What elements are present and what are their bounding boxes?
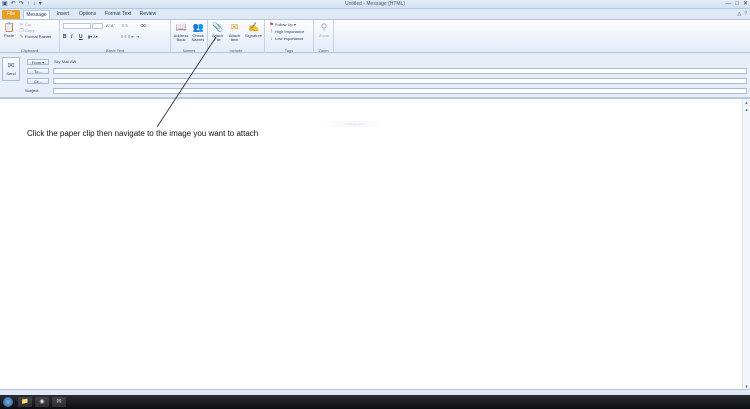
minimize-icon[interactable]: — <box>725 0 731 8</box>
address-book-button[interactable]: 📖 Address Book <box>173 22 189 42</box>
subject-field[interactable] <box>53 88 747 94</box>
taskbar: 📁 ◉ ✉ <box>0 395 750 409</box>
brush-icon: ✎ <box>19 34 24 40</box>
highlight-icon[interactable]: ▮▾ A▾ <box>88 34 98 39</box>
cc-button[interactable]: Cc... <box>27 78 49 84</box>
font-family-dropdown[interactable] <box>63 23 91 29</box>
zoom-group: ⚲ Zoom Zoom <box>314 20 334 53</box>
window-title: Untitled - Message (HTML) <box>344 1 405 7</box>
tab-file[interactable]: File <box>2 10 20 19</box>
zoom-button[interactable]: ⚲ Zoom <box>316 22 332 38</box>
clipboard-group: 📋 Paste ✂Cut ❐Copy ✎Format Painter Clipb… <box>0 20 60 53</box>
magnifier-icon: ⚲ <box>320 22 328 32</box>
signature-button[interactable]: ✍ Signature <box>244 22 263 38</box>
include-label: Include <box>229 48 243 53</box>
cc-field[interactable] <box>53 78 747 84</box>
names-group: 📖 Address Book 👥 Check Names Names <box>171 20 208 53</box>
clear-format-icon[interactable]: ⌫ <box>140 23 146 28</box>
send-button[interactable]: ✉ Send <box>2 57 20 81</box>
paperclip-icon: 📎 <box>212 22 224 32</box>
taskbar-items: 📁 ◉ ✉ <box>18 397 66 407</box>
minimize-ribbon-icon[interactable]: △ <box>737 11 741 17</box>
check-names-button[interactable]: 👥 Check Names <box>190 22 206 42</box>
to-button[interactable]: To... <box>27 68 49 74</box>
ribbon-tabs: File Message Insert Options Format Text … <box>0 9 750 19</box>
tab-format-text[interactable]: Format Text <box>102 10 134 19</box>
title-bar: ▣ ↶ ↷ ↑ ↓ ▾ Untitled - Message (HTML) — … <box>0 0 750 9</box>
start-button[interactable] <box>3 397 13 407</box>
underline-button[interactable]: U <box>79 34 83 40</box>
tab-message[interactable]: Message <box>23 10 50 19</box>
bold-button[interactable]: B <box>63 34 67 40</box>
faint-tooltip-text: Windows Help <box>320 121 388 127</box>
format-painter-button[interactable]: ✎Format Painter <box>19 34 51 40</box>
close-icon[interactable]: ✕ <box>743 0 748 8</box>
envelope-icon: ✉ <box>230 22 239 32</box>
from-value: Sky Mail AW <box>54 59 77 64</box>
basic-text-group: Aˆ Aˇ ≡ ≡ ⌫ B I U ▮▾ A▾ ≡ ≡ ≡ ⇤ ⇥ Basic … <box>60 20 171 53</box>
scroll-up-icon[interactable]: ▲ <box>743 99 750 106</box>
scroll-top-icon[interactable]: ▲ <box>743 106 750 113</box>
clipboard-label: Clipboard <box>20 48 39 53</box>
tab-insert[interactable]: Insert <box>53 10 73 19</box>
message-header: ✉ Send From ▾ Sky Mail AW To... Cc... Su… <box>0 54 750 98</box>
include-group: 📎 Attach File ✉ Attach Item ✍ Signature … <box>208 20 265 53</box>
attach-file-button[interactable]: 📎 Attach File <box>210 22 225 42</box>
paste-icon: 📋 <box>3 22 15 32</box>
tags-label: Tags <box>284 48 294 53</box>
names-label: Names <box>182 48 196 53</box>
help-icon[interactable]: ? <box>744 11 747 17</box>
zoom-label: Zoom <box>318 48 329 53</box>
tags-group: ⚑Follow Up ▾ ! High Importance ↓ Low Impor… <box>265 20 314 53</box>
italic-button[interactable]: I <box>71 34 72 40</box>
follow-up-button[interactable]: ⚑Follow Up ▾ <box>269 22 296 28</box>
message-body[interactable]: Click the paper clip then navigate to th… <box>0 98 750 390</box>
tab-review[interactable]: Review <box>137 10 159 19</box>
paste-button[interactable]: 📋 Paste <box>2 22 16 38</box>
down-arrow-icon: ↓ <box>270 36 273 42</box>
taskbar-outlook-icon[interactable]: ✉ <box>52 397 66 407</box>
attach-item-button[interactable]: ✉ Attach Item <box>226 22 243 42</box>
taskbar-browser-icon[interactable]: ◉ <box>35 397 49 407</box>
bullets-icon[interactable]: ≡ ≡ <box>122 23 128 28</box>
basic-text-label: Basic Text <box>105 48 125 53</box>
address-book-icon: 📖 <box>175 22 187 32</box>
taskbar-explorer-icon[interactable]: 📁 <box>18 397 32 407</box>
grow-font-icon[interactable]: Aˆ Aˇ <box>106 23 115 28</box>
ribbon: 📋 Paste ✂Cut ❐Copy ✎Format Painter Clipb… <box>0 19 750 53</box>
exclamation-icon: ! <box>270 29 273 35</box>
flag-icon: ⚑ <box>269 22 274 28</box>
align-icons[interactable]: ≡ ≡ ≡ ⇤ ⇥ <box>121 34 139 39</box>
from-button[interactable]: From ▾ <box>27 59 49 65</box>
window-controls: — □ ✕ <box>725 0 748 8</box>
low-importance-button[interactable]: ↓ Low Importance <box>269 36 303 42</box>
signature-icon: ✍ <box>248 22 260 32</box>
high-importance-button[interactable]: ! High Importance <box>269 29 305 35</box>
tab-options[interactable]: Options <box>76 10 99 19</box>
maximize-icon[interactable]: □ <box>735 0 739 8</box>
send-icon: ✉ <box>7 61 15 70</box>
subject-label: Subject: <box>25 88 40 93</box>
to-field[interactable] <box>53 68 747 74</box>
check-names-icon: 👥 <box>192 22 204 32</box>
font-size-dropdown[interactable] <box>92 23 103 29</box>
annotation-text: Click the paper clip then navigate to th… <box>27 129 259 138</box>
vertical-scrollbar[interactable]: ▲ ▲ ▼ <box>742 99 750 390</box>
